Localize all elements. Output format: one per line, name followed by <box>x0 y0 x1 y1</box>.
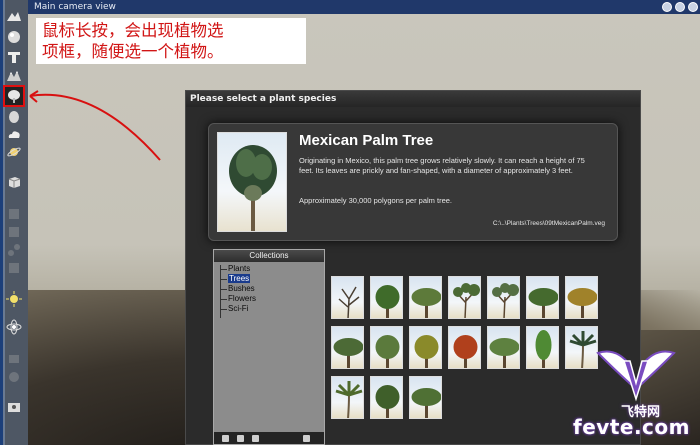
tree-thumbnail-icon <box>535 330 552 368</box>
collection-item-flowers[interactable]: Flowers <box>218 294 318 304</box>
plant-thumbnail[interactable] <box>370 276 403 319</box>
watermark-domain-text: fevte.com <box>573 415 690 439</box>
plant-thumbnail[interactable] <box>526 326 559 369</box>
plant-species-dialog: Please select a plant species Mexican Pa… <box>185 90 641 445</box>
bar-icon <box>9 355 19 363</box>
tree-thumbnail-icon <box>411 388 441 418</box>
disabled-tool-1[interactable] <box>5 205 23 223</box>
box-icon <box>9 227 19 237</box>
collection-item-sci-fi[interactable]: Sci-Fi <box>218 304 318 314</box>
tree-thumbnail-icon <box>453 335 478 368</box>
plant-thumbnail[interactable] <box>409 376 442 419</box>
render-icon <box>8 403 20 412</box>
plant-description: Originating in Mexico, this palm tree gr… <box>299 156 585 175</box>
render-tool-button[interactable] <box>5 398 23 416</box>
tree-thumbnail-icon <box>411 288 441 318</box>
plant-thumbnail[interactable] <box>370 326 403 369</box>
plant-thumbnail[interactable] <box>487 276 520 319</box>
box-icon <box>9 209 19 219</box>
link-icon <box>8 244 20 256</box>
plant-thumbnail[interactable] <box>331 376 364 419</box>
plant-thumbnail[interactable] <box>370 376 403 419</box>
tutorial-annotation: 鼠标长按，会出现植物选 项框，随便选一个植物。 <box>36 18 306 64</box>
plant-thumbnail[interactable] <box>448 276 481 319</box>
plant-thumbnail[interactable] <box>409 326 442 369</box>
plant-thumbnail[interactable] <box>409 276 442 319</box>
disabled-tool-4[interactable] <box>5 259 23 277</box>
collections-header: Collections <box>214 250 324 262</box>
viewport-view-button[interactable] <box>675 2 685 12</box>
tree-thumbnail-icon <box>453 283 480 318</box>
tree-thumbnail-icon <box>567 288 597 318</box>
box-icon <box>9 263 19 273</box>
plant-thumbnail[interactable] <box>526 276 559 319</box>
plant-thumbnail[interactable] <box>487 326 520 369</box>
atom-tool-button[interactable] <box>5 318 23 336</box>
winged-v-logo-icon <box>596 350 676 402</box>
disabled-tool-2[interactable] <box>5 223 23 241</box>
viewport-options-button[interactable] <box>688 2 698 12</box>
plant-thumbnail[interactable] <box>565 276 598 319</box>
watermark: 飞特网 fevte.com <box>573 343 694 443</box>
collections-tree: Plants Trees Bushes Flowers Sci-Fi <box>218 264 318 314</box>
light-tool-button[interactable] <box>5 290 23 308</box>
collection-item-bushes[interactable]: Bushes <box>218 284 318 294</box>
delete-collection-icon[interactable] <box>237 434 244 442</box>
plant-polygon-count: Approximately 30,000 polygons per palm t… <box>299 196 453 205</box>
tree-thumbnail-icon <box>375 285 400 318</box>
plant-preview-image <box>217 132 287 232</box>
collections-panel: Collections Plants Trees Bushes Flowers … <box>213 249 325 445</box>
tree-thumbnail-icon <box>375 385 400 418</box>
atom-icon <box>6 319 22 335</box>
folder-icon[interactable] <box>252 434 259 442</box>
tree-thumbnail-icon <box>528 288 558 318</box>
disabled-tool-6[interactable] <box>5 368 23 386</box>
collections-toolbar <box>214 432 324 444</box>
plant-name: Mexican Palm Tree <box>299 132 434 149</box>
tree-thumbnail-icon <box>335 381 363 418</box>
plant-thumbnail[interactable] <box>331 276 364 319</box>
plant-file-path: C:\..\Plants\Trees\09tMexicanPalm.veg <box>492 220 605 227</box>
disabled-tool-3[interactable] <box>5 241 23 259</box>
dialog-title: Please select a plant species <box>186 91 640 107</box>
plant-thumbnail[interactable] <box>331 326 364 369</box>
circle-icon <box>9 372 19 382</box>
viewport-camera-button[interactable] <box>662 2 672 12</box>
tree-thumbnail-icon <box>489 338 519 368</box>
tree-thumbnail-icon <box>492 283 519 318</box>
tree-thumbnail-icon <box>333 338 363 368</box>
tree-thumbnail-icon <box>414 335 439 368</box>
tree-thumbnail-icon <box>375 335 400 368</box>
plant-info-panel: Mexican Palm Tree Originating in Mexico,… <box>208 123 618 241</box>
light-icon <box>6 291 22 307</box>
plant-thumbnail[interactable] <box>448 326 481 369</box>
save-collection-icon[interactable] <box>303 434 310 442</box>
tree-thumbnail-icon <box>338 286 360 318</box>
collection-item-trees[interactable]: Trees <box>218 274 318 284</box>
new-collection-icon[interactable] <box>222 434 229 442</box>
collection-item-plants[interactable]: Plants <box>218 264 318 274</box>
palm-tree-preview-icon <box>229 145 277 231</box>
disabled-tool-5[interactable] <box>5 348 23 366</box>
